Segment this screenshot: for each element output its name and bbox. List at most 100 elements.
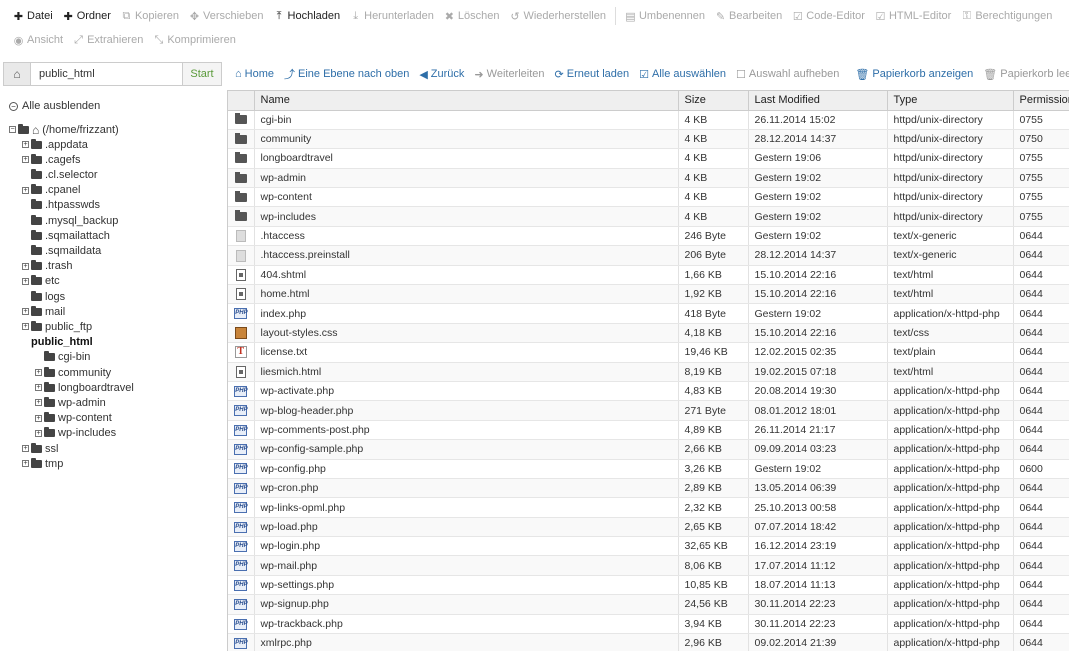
toolbar-button-ansicht[interactable]: ◉ Ansicht [8,29,68,51]
collapse-all-button[interactable]: − Alle ausblenden [9,100,100,112]
nav-button-papierkorb-anzeigen[interactable]: 🗑 Papierkorb anzeigen [850,68,978,81]
table-row[interactable]: PHP wp-config-sample.php 2,66 KB 09.09.2014… [228,439,1069,460]
toolbar-button-löschen[interactable]: ✖ Löschen [439,5,505,27]
toolbar-button-hochladen[interactable]: ⤒ Hochladen [269,5,346,27]
tree-item-wp-includes[interactable]: + wp-includes [35,426,116,441]
toolbar-button-verschieben[interactable]: ✥ Verschieben [184,5,269,27]
column-type[interactable]: Type [887,91,1014,111]
table-row[interactable]: longboardtravel 4 KB Gestern 19:06 httpd/un… [228,148,1069,169]
nav-button-home[interactable]: ⌂ Home [230,68,279,80]
column-name[interactable]: Name [254,91,679,111]
toolbar-button-bearbeiten[interactable]: ✎ Bearbeiten [710,5,787,27]
tree-item-mail[interactable]: + mail [22,304,65,319]
nav-button-auswahl-aufheben[interactable]: ☐ Auswahl aufheben [731,68,844,81]
tree-item-public-html[interactable]: public_html [22,335,93,350]
nav-button-weiterleiten[interactable]: ➜ Weiterleiten [469,68,549,81]
tree-item-dot-appdata[interactable]: + .appdata [22,137,88,152]
table-row[interactable]: liesmich.html 8,19 KB 19.02.2015 07:18 text… [228,362,1069,382]
tree-item-ssl[interactable]: + ssl [22,441,58,456]
table-row[interactable]: cgi-bin 4 KB 26.11.2014 15:02 httpd/unix-di… [228,110,1069,130]
table-row[interactable]: PHP wp-activate.php 4,83 KB 20.08.2014 19:3… [228,381,1069,402]
collapse-icon[interactable]: − [9,126,16,133]
table-row[interactable]: PHP wp-login.php 32,65 KB 16.12.2014 23:19 a… [228,536,1069,557]
table-row[interactable]: PHP wp-config.php 3,26 KB Gestern 19:02 appl… [228,459,1069,479]
tree-item-wp-content[interactable]: + wp-content [35,411,112,426]
table-row[interactable]: PHP wp-signup.php 24,56 KB 30.11.2014 22:23… [228,594,1069,615]
toolbar-button-datei[interactable]: ✚ Datei [8,5,58,27]
toolbar-button-wiederherstellen[interactable]: ↺ Wiederherstellen [504,5,611,27]
nav-button-eine-ebene-nach-oben[interactable]: ⤴ Eine Ebene nach oben [279,66,414,82]
toolbar-button-herunterladen[interactable]: ⤓ Herunterladen [345,5,439,27]
toolbar-button-kopieren[interactable]: ⧉ Kopieren [116,5,184,27]
table-row[interactable]: .htaccess.preinstall 206 Byte 28.12.2014 1… [228,245,1069,266]
tree-item-logs[interactable]: logs [22,289,65,304]
table-row[interactable]: PHP wp-cron.php 2,89 KB 13.05.2014 06:39 app… [228,478,1069,499]
tree-item-public-ftp[interactable]: + public_ftp [22,319,92,334]
table-row[interactable]: PHP wp-comments-post.php 4,89 KB 26.11.2014… [228,420,1069,441]
home-icon[interactable]: ⌂ [3,62,31,86]
expand-icon[interactable]: + [22,277,29,285]
table-row[interactable]: PHP wp-load.php 2,65 KB 07.07.2014 18:42 app… [228,517,1069,538]
tree-item-tmp[interactable]: + tmp [22,456,63,471]
table-row[interactable]: PHP wp-trackback.php 3,94 KB 30.11.2014 22:… [228,614,1069,635]
table-row[interactable]: PHP wp-blog-header.php 271 Byte 08.01.2012 … [228,400,1069,421]
table-row[interactable]: layout-styles.css 4,18 KB 15.10.2014 22:16… [228,323,1069,344]
column-size[interactable]: Size [678,91,749,111]
expand-icon[interactable]: + [35,429,42,437]
table-row[interactable]: 404.shtml 1,66 KB 15.10.2014 22:16 text/htm… [228,265,1069,286]
tree-item-longboardtravel[interactable]: + longboardtravel [35,380,134,395]
tree-item-dot-htpasswds[interactable]: .htpasswds [22,198,100,213]
table-row[interactable]: PHP wp-mail.php 8,06 KB 17.07.2014 11:12 app… [228,555,1069,576]
tree-root[interactable]: − ⌂ (/home/frizzant) [9,122,119,137]
table-row[interactable]: .htaccess 246 Byte Gestern 19:02 text/x-gen… [228,226,1069,247]
table-row[interactable]: PHP xmlrpc.php 2,96 KB 09.02.2014 21:39 appl… [228,633,1069,651]
table-row[interactable]: PHP wp-links-opml.php 2,32 KB 25.10.2013 00… [228,497,1069,518]
toolbar-button-umbenennen[interactable]: ▤ Umbenennen [620,5,710,27]
table-row[interactable]: wp-content 4 KB Gestern 19:02 httpd/unix-di… [228,187,1069,208]
expand-icon[interactable]: + [22,186,29,194]
tree-item-dot-sqmaildata[interactable]: .sqmaildata [22,243,101,258]
tree-item-dot-trash[interactable]: + .trash [22,259,73,274]
tree-item-wp-admin[interactable]: + wp-admin [35,395,106,410]
expand-icon[interactable]: + [22,323,29,331]
expand-icon[interactable]: + [22,141,29,148]
nav-button-zurück[interactable]: ◀ Zurück [414,68,469,81]
nav-button-alle-auswählen[interactable]: ☑ Alle auswählen [634,68,731,81]
expand-icon[interactable]: + [35,369,42,376]
expand-icon[interactable]: + [35,414,42,422]
table-row[interactable]: community 4 KB 28.12.2014 14:37 httpd/unix-… [228,129,1069,150]
nav-button-erneut-laden[interactable]: ⟳ Erneut laden [550,68,635,81]
toolbar-button-extrahieren[interactable]: ⤢ Extrahieren [68,29,148,51]
toolbar-button-komprimieren[interactable]: ⤡ Komprimieren [148,29,240,51]
tree-item-community[interactable]: + community [35,365,111,380]
tree-item-dot-cpanel[interactable]: + .cpanel [22,183,80,198]
table-row[interactable]: home.html 1,92 KB 15.10.2014 22:16 text/htm… [228,284,1069,305]
tree-item-dot-sqmailattach[interactable]: .sqmailattach [22,228,110,243]
column-permission[interactable]: Permission [1013,91,1069,111]
tree-item-etc[interactable]: + etc [22,274,60,289]
column-last-modified[interactable]: Last Modified [748,91,888,111]
expand-icon[interactable]: + [22,445,29,452]
start-button[interactable]: Start [183,62,222,86]
toolbar-button-berechtigungen[interactable]: ⚿ Berechtigungen [956,5,1057,27]
tree-item-cgi-bin[interactable]: cgi-bin [35,350,90,365]
expand-icon[interactable]: + [22,262,29,270]
tree-item-dot-cagefs[interactable]: + .cagefs [22,152,80,167]
table-row[interactable]: Tlicense.txt 19,46 KB 12.02.2015 02:35 text… [228,342,1069,363]
table-row[interactable]: PHP wp-settings.php 10,85 KB 18.07.2014 11:… [228,575,1069,596]
table-row[interactable]: wp-admin 4 KB Gestern 19:02 httpd/unix-dire… [228,168,1069,189]
table-row[interactable]: PHP index.php 418 Byte Gestern 19:02 applica… [228,303,1069,324]
toolbar-button-ordner[interactable]: ✚ Ordner [58,5,116,27]
toolbar-button-html-editor[interactable]: ☑ HTML-Editor [870,5,956,27]
table-row[interactable]: wp-includes 4 KB Gestern 19:02 httpd/unix-d… [228,206,1069,227]
expand-icon[interactable]: + [35,399,42,407]
expand-icon[interactable]: + [35,384,42,392]
path-input[interactable] [31,62,183,86]
tree-item-dot-cl-selector[interactable]: .cl.selector [22,167,98,182]
expand-icon[interactable]: + [22,308,29,316]
nav-button-papierkorb-leeren[interactable]: 🗑Papierkorb leeren [978,68,1069,81]
tree-item-dot-mysql-backup[interactable]: .mysql_backup [22,213,118,228]
toolbar-button-code-editor[interactable]: ☑ Code-Editor [787,5,870,27]
expand-icon[interactable]: + [22,460,29,468]
expand-icon[interactable]: + [22,156,29,164]
